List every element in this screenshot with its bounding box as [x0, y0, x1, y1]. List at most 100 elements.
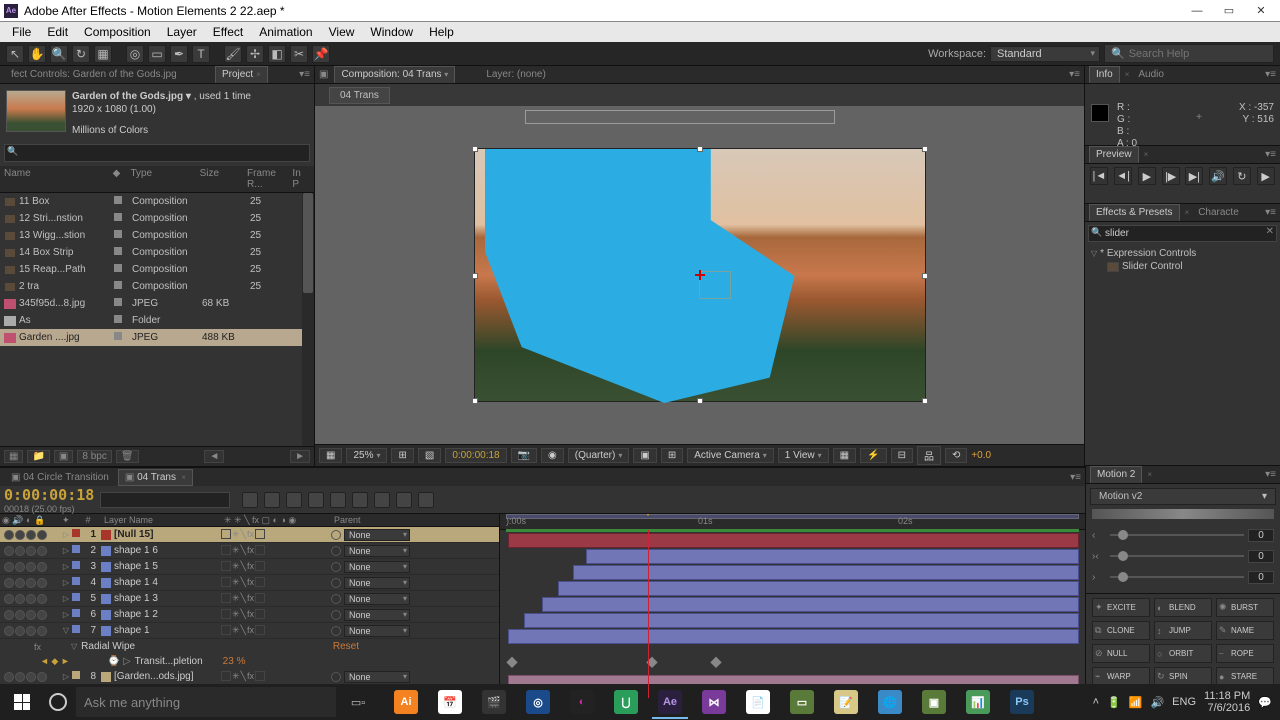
- menu-file[interactable]: File: [4, 23, 39, 41]
- visibility-toggle-icon[interactable]: [4, 594, 14, 604]
- taskbar-app[interactable]: 📊: [956, 685, 1000, 719]
- transform-handle[interactable]: [922, 146, 928, 152]
- transform-handle[interactable]: [472, 273, 478, 279]
- layer-bar[interactable]: [508, 533, 1079, 548]
- taskbar-app[interactable]: Ae: [648, 685, 692, 719]
- label-color-icon[interactable]: [101, 578, 111, 588]
- motion-rope-button[interactable]: ⎯ROPE: [1216, 644, 1274, 663]
- visibility-toggle-icon[interactable]: [4, 578, 14, 588]
- layer-row[interactable]: ▷ 4 shape 1 4 ✳╲fx None: [0, 575, 499, 591]
- roi-icon[interactable]: ▣: [633, 448, 656, 463]
- expand-arrow-icon[interactable]: ▷: [60, 610, 72, 619]
- taskbar-search[interactable]: Ask me anything: [76, 687, 336, 717]
- timeline-tab[interactable]: ▣ 04 Circle Transition: [4, 469, 116, 486]
- next-frame-button[interactable]: |▶: [1162, 167, 1180, 185]
- close-button[interactable]: ✕: [1246, 1, 1276, 21]
- snapshot-icon[interactable]: 📷: [511, 448, 537, 463]
- expand-arrow-icon[interactable]: ▷: [60, 562, 72, 571]
- motion-jump-button[interactable]: ↕JUMP: [1154, 621, 1212, 640]
- taskbar-app[interactable]: 🌐: [868, 685, 912, 719]
- zoom-dropdown[interactable]: 25%: [346, 448, 387, 463]
- panel-menu-icon[interactable]: ▾≡: [1265, 69, 1276, 80]
- property-value[interactable]: 23 %: [223, 656, 246, 667]
- taskbar-app[interactable]: Ps: [1000, 685, 1044, 719]
- pickwhip-icon[interactable]: [331, 562, 341, 572]
- visibility-toggle-icon[interactable]: [4, 610, 14, 620]
- scroll-left-icon[interactable]: ◄: [204, 450, 224, 463]
- expand-arrow-icon[interactable]: ▷: [60, 672, 72, 681]
- shy-icon[interactable]: [286, 492, 302, 508]
- motion-blend-button[interactable]: ◐BLEND: [1154, 598, 1212, 617]
- effects-category[interactable]: ▽* Expression Controls: [1089, 247, 1276, 260]
- clear-search-icon[interactable]: ✕: [1266, 226, 1274, 237]
- pixel-aspect-icon[interactable]: ▦: [833, 448, 856, 463]
- bpc-button[interactable]: 8 bpc: [77, 450, 111, 463]
- layer-bar[interactable]: [586, 549, 1079, 564]
- brush-tool-icon[interactable]: 🖌: [224, 45, 242, 63]
- visibility-toggle-icon[interactable]: [4, 562, 14, 572]
- cortana-icon[interactable]: [40, 693, 76, 711]
- frame-blend-icon[interactable]: [308, 492, 324, 508]
- close-icon[interactable]: ×: [1185, 208, 1190, 217]
- close-icon[interactable]: ×: [1147, 470, 1152, 479]
- project-item[interactable]: 15 Reap...Path Composition 25: [0, 261, 314, 278]
- label-color-icon[interactable]: [101, 672, 111, 682]
- first-frame-button[interactable]: |◄: [1090, 167, 1108, 185]
- menu-effect[interactable]: Effect: [205, 23, 251, 41]
- motion-burst-button[interactable]: ✺BURST: [1216, 598, 1274, 617]
- layer-row[interactable]: ▷ 5 shape 1 3 ✳╲fx None: [0, 591, 499, 607]
- start-button[interactable]: [4, 687, 40, 717]
- visibility-toggle-icon[interactable]: [4, 672, 14, 682]
- project-scrollbar[interactable]: [302, 193, 314, 446]
- label-color-icon[interactable]: [101, 530, 111, 540]
- menu-help[interactable]: Help: [421, 23, 462, 41]
- taskbar-app[interactable]: ◐: [560, 685, 604, 719]
- notifications-icon[interactable]: 💬: [1258, 696, 1272, 709]
- camera-tool-icon[interactable]: ▦: [94, 45, 112, 63]
- channel-icon[interactable]: ◉: [541, 448, 564, 463]
- property-row[interactable]: ◄ ◆ ►⌚ ▷Transit...pletion23 %: [0, 654, 499, 669]
- motion2-tab[interactable]: Motion 2: [1090, 466, 1142, 483]
- keyframe-icon[interactable]: [506, 657, 517, 668]
- close-icon[interactable]: ×: [256, 70, 261, 79]
- transform-handle[interactable]: [922, 273, 928, 279]
- motion-slider[interactable]: [1110, 576, 1244, 578]
- effect-row[interactable]: fx▽Radial WipeReset: [0, 639, 499, 654]
- expand-arrow-icon[interactable]: ▷: [60, 594, 72, 603]
- menu-view[interactable]: View: [321, 23, 363, 41]
- parent-dropdown[interactable]: None: [344, 545, 410, 557]
- timeline-tab[interactable]: ▣ 04 Trans ×: [118, 469, 193, 486]
- task-view-button[interactable]: ▭▫: [336, 685, 380, 719]
- new-comp-icon[interactable]: ▣: [54, 450, 73, 463]
- motion-slider[interactable]: [1110, 555, 1244, 557]
- close-icon[interactable]: ×: [179, 473, 186, 482]
- comp-nav-icon[interactable]: ▣: [319, 69, 328, 80]
- grid-icon[interactable]: ▦: [319, 448, 342, 463]
- parent-dropdown[interactable]: None: [344, 577, 410, 589]
- views-dropdown[interactable]: 1 View: [778, 448, 829, 463]
- mute-button[interactable]: 🔊: [1209, 167, 1227, 185]
- project-item[interactable]: 13 Wigg...stion Composition 25: [0, 227, 314, 244]
- pickwhip-icon[interactable]: [331, 672, 341, 682]
- project-search-input[interactable]: [4, 144, 310, 162]
- taskbar-app[interactable]: 📅: [428, 685, 472, 719]
- loop-button[interactable]: ↻: [1233, 167, 1251, 185]
- graph-editor-icon[interactable]: [374, 492, 390, 508]
- taskbar-app[interactable]: Ai: [384, 685, 428, 719]
- scroll-right-icon[interactable]: ►: [290, 450, 310, 463]
- taskbar-clock[interactable]: 11:18 PM 7/6/2016: [1204, 690, 1250, 714]
- motion-name-button[interactable]: ✎NAME: [1216, 621, 1274, 640]
- play-button[interactable]: ▶: [1138, 167, 1156, 185]
- project-item[interactable]: Garden ....jpg JPEG 488 KB: [0, 329, 314, 346]
- menu-layer[interactable]: Layer: [159, 23, 205, 41]
- pickwhip-icon[interactable]: [331, 530, 341, 540]
- parent-dropdown[interactable]: None: [344, 593, 410, 605]
- flowchart-icon[interactable]: 品: [917, 446, 941, 465]
- hand-tool-icon[interactable]: ✋: [28, 45, 46, 63]
- camera-dropdown[interactable]: Active Camera: [687, 448, 774, 463]
- minimize-button[interactable]: —: [1182, 1, 1212, 21]
- tray-volume-icon[interactable]: 🔊: [1150, 696, 1164, 709]
- layer-bar[interactable]: [558, 581, 1079, 596]
- delete-icon[interactable]: 🗑: [116, 450, 139, 463]
- layer-bar[interactable]: [508, 629, 1079, 644]
